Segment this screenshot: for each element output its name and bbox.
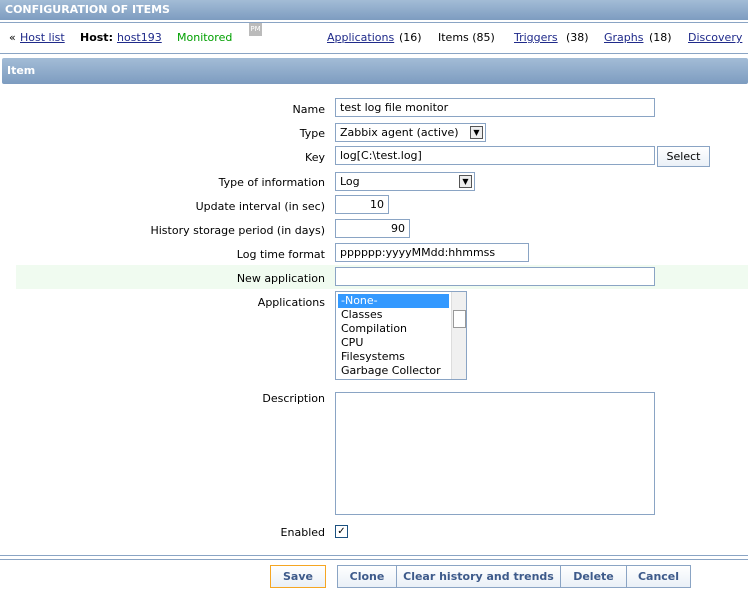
graphs-count: (18) <box>649 31 672 44</box>
description-textarea[interactable] <box>335 392 655 515</box>
listbox-scrollbar[interactable] <box>451 292 466 379</box>
applications-label: Applications <box>257 296 325 309</box>
graphs-link[interactable]: Graphs <box>604 23 643 53</box>
footer-divider <box>0 555 748 560</box>
list-item[interactable]: CPU <box>338 336 466 350</box>
delete-button[interactable]: Delete <box>560 565 627 588</box>
type-label: Type <box>299 127 325 140</box>
save-button[interactable]: Save <box>270 565 326 588</box>
triggers-link[interactable]: Triggers <box>514 23 558 53</box>
applications-listbox[interactable]: -None- Classes Compilation CPU Filesyste… <box>335 291 467 380</box>
applications-count: (16) <box>399 31 422 44</box>
update-label: Update interval (in sec) <box>195 200 325 213</box>
log-time-format-input[interactable]: pppppp:yyyyMMdd:hhmmss <box>335 243 529 262</box>
back-icon: « <box>9 31 16 44</box>
items-tab: Items (85) <box>438 31 495 44</box>
status-badge: Monitored <box>177 31 233 44</box>
new-application-input[interactable] <box>335 267 655 286</box>
applications-link[interactable]: Applications <box>327 23 394 53</box>
type-of-information-select[interactable]: Log ▼ <box>335 172 475 191</box>
host-list-link[interactable]: Host list <box>20 23 65 53</box>
name-label: Name <box>292 103 325 116</box>
ipmi-availability-icon: PM <box>249 23 262 36</box>
host-label: Host: <box>80 31 113 44</box>
list-item[interactable]: Filesystems <box>338 350 466 364</box>
section-title: Item <box>2 58 748 84</box>
host-nav: « Host list Host: host193 Monitored ZSNJ… <box>0 22 748 54</box>
cancel-button[interactable]: Cancel <box>626 565 691 588</box>
page-header: CONFIGURATION OF ITEMS <box>0 0 748 20</box>
description-label: Description <box>262 392 325 405</box>
triggers-count: (38) <box>566 31 589 44</box>
enabled-checkbox[interactable]: ✓ <box>335 525 348 538</box>
list-item[interactable]: Garbage Collector <box>338 364 466 378</box>
info-label: Type of information <box>218 176 325 189</box>
list-item[interactable]: -None- <box>338 294 449 308</box>
history-label: History storage period (in days) <box>150 224 325 237</box>
key-input[interactable]: log[C:\test.log] <box>335 146 655 165</box>
select-key-button[interactable]: Select <box>657 146 710 167</box>
name-input[interactable]: test log file monitor <box>335 98 655 117</box>
chevron-down-icon: ▼ <box>470 126 483 139</box>
type-value: Zabbix agent (active) <box>340 126 459 139</box>
log-time-format-label: Log time format <box>236 248 325 261</box>
enabled-label: Enabled <box>280 526 325 539</box>
discovery-link[interactable]: Discovery <box>688 23 742 53</box>
list-item[interactable]: Classes <box>338 308 466 322</box>
list-item[interactable]: Compilation <box>338 322 466 336</box>
type-select[interactable]: Zabbix agent (active) ▼ <box>335 123 486 142</box>
info-value: Log <box>340 175 360 188</box>
new-application-label: New application <box>236 272 325 285</box>
update-interval-input[interactable]: 10 <box>335 195 389 214</box>
clone-button[interactable]: Clone <box>337 565 397 588</box>
host-link[interactable]: host193 <box>117 23 162 53</box>
clear-history-button[interactable]: Clear history and trends <box>396 565 561 588</box>
chevron-down-icon: ▼ <box>459 175 472 188</box>
history-input[interactable]: 90 <box>335 219 410 238</box>
key-label: Key <box>305 151 325 164</box>
